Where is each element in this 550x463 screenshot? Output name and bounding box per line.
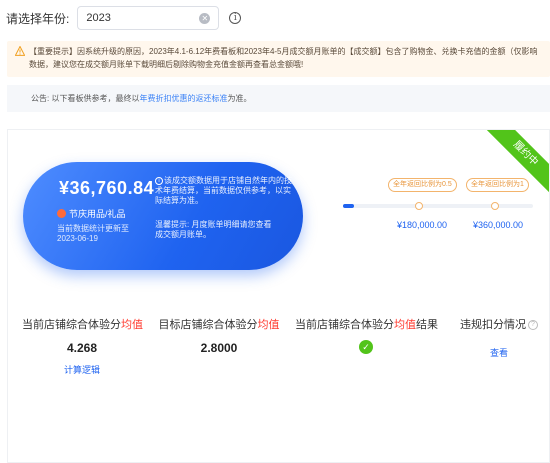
tier-badge-1: 全年返回比例为0.5 xyxy=(388,178,457,192)
metric-target-score: 目标店铺综合体验分均值 2.8000 xyxy=(158,316,280,355)
tier-amount-1: ¥180,000.00 xyxy=(397,220,448,230)
view-violations-link[interactable]: 查看 xyxy=(454,346,544,359)
announcement-bar: 公告: 以下看板供参考，最终以年费折扣优惠的返还标准为准。 xyxy=(7,85,550,112)
info-small-icon: i xyxy=(155,176,163,185)
tier-marker-2 xyxy=(491,202,499,210)
calc-logic-link[interactable]: 计算逻辑 xyxy=(22,363,142,376)
refund-standard-link[interactable]: 年费折扣优惠的返还标准 xyxy=(139,94,227,103)
tier-amount-2: ¥360,000.00 xyxy=(473,220,524,230)
turnover-description: i 该成交额数据用于店铺自然年内的技术年费结算，当前数据仅供参考，以实际结算为准。 xyxy=(155,176,292,205)
notice-prefix: 公告: 以下看板供参考，最终以 xyxy=(31,94,140,103)
metric-violations: 违规扣分情况? 查看 xyxy=(454,316,544,359)
info-icon[interactable]: i xyxy=(229,12,242,24)
warning-text: 【重要提示】因系统升级的原因，2023年4.1-6.12年费看板和2023年4-… xyxy=(29,47,538,69)
turnover-amount: ¥36,760.84 xyxy=(59,178,155,198)
important-notice-banner: 【重要提示】因系统升级的原因，2023年4.1-6.12年费看板和2023年4-… xyxy=(7,41,550,77)
metric-label: 目标店铺综合体验分均值 xyxy=(158,319,280,331)
metric-label: 当前店铺综合体验分均值 xyxy=(22,319,143,331)
year-filter-label: 请选择年份: xyxy=(6,11,70,26)
metric-label: 违规扣分情况? xyxy=(454,316,544,332)
category-label: 节庆用品/礼品 xyxy=(69,209,126,219)
monthly-bill-tip: 温馨提示: 月度账单明细请您查看成交额月账单。 xyxy=(155,220,272,239)
turnover-summary-pill: ¥36,760.84 节庆用品/礼品 当前数据统计更新至2023-06-19 i… xyxy=(23,162,303,270)
year-select[interactable]: 2023 ✕ xyxy=(77,6,220,30)
progress-track xyxy=(343,204,533,208)
notice-suffix: 为准。 xyxy=(227,94,252,103)
progress-fill xyxy=(343,204,355,208)
year-select-value: 2023 xyxy=(86,12,111,24)
category-icon xyxy=(57,209,66,218)
check-circle-icon: ✓ xyxy=(359,340,373,354)
tier-badge-2: 全年返回比例为1 xyxy=(466,178,529,192)
metric-value: 2.8000 xyxy=(200,341,238,355)
metric-score-result: 当前店铺综合体验分均值结果 ✓ xyxy=(295,316,438,354)
category-tag: 节庆用品/礼品 xyxy=(57,207,126,220)
annual-fee-card: 履约中 ¥36,760.84 节庆用品/礼品 当前数据统计更新至2023-06-… xyxy=(7,129,550,463)
metric-label: 当前店铺综合体验分均值结果 xyxy=(295,319,438,331)
metric-value: 4.268 xyxy=(66,341,98,355)
metric-current-score: 当前店铺综合体验分均值 4.268 计算逻辑 xyxy=(22,316,143,376)
score-metrics: 当前店铺综合体验分均值 4.268 计算逻辑 目标店铺综合体验分均值 2.800… xyxy=(8,316,549,386)
question-circle-icon[interactable]: ? xyxy=(528,320,538,331)
warning-triangle-icon xyxy=(15,46,25,56)
update-time: 当前数据统计更新至2023-06-19 xyxy=(57,224,129,243)
clear-circle-icon[interactable]: ✕ xyxy=(199,12,211,24)
year-filter: 请选择年份: 2023 ✕ i xyxy=(6,6,242,30)
tier-marker-1 xyxy=(415,202,423,210)
